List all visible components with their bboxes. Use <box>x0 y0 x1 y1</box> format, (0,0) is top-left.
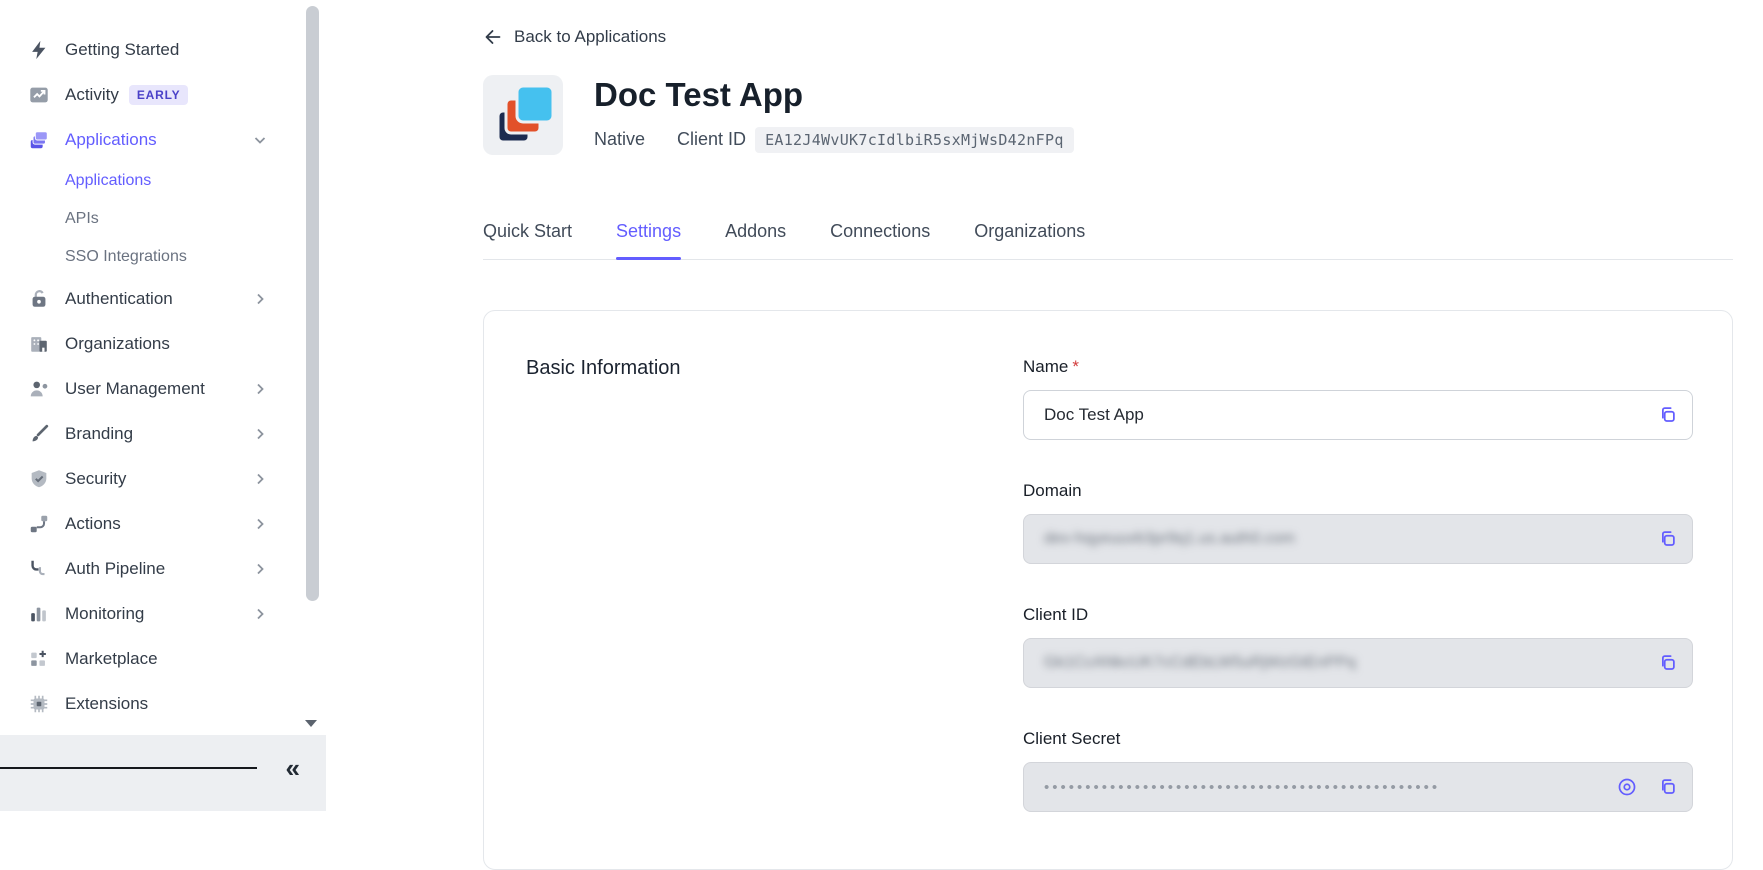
client-secret-input: ••••••••••••••••••••••••••••••••••••••••… <box>1023 762 1693 812</box>
client-secret-masked-value: ••••••••••••••••••••••••••••••••••••••••… <box>1044 779 1536 796</box>
chevron-right-icon <box>252 291 268 307</box>
sidebar-item-extensions[interactable]: Extensions <box>0 681 326 726</box>
copy-client-secret-button[interactable] <box>1651 771 1683 803</box>
chevron-right-icon <box>252 561 268 577</box>
sidebar-item-label: Auth Pipeline <box>65 559 165 579</box>
back-to-applications-link[interactable]: Back to Applications <box>483 27 666 47</box>
client-secret-field-label: Client Secret <box>1023 729 1120 749</box>
domain-field-label: Domain <box>1023 481 1082 501</box>
client-id-field-label: Client ID <box>1023 605 1088 625</box>
sidebar-item-label: Actions <box>65 514 121 534</box>
copy-domain-button[interactable] <box>1651 523 1683 555</box>
sidebar-item-label: Marketplace <box>65 649 158 669</box>
sidebar-subitem-applications[interactable]: Applications <box>0 162 326 200</box>
tab-organizations[interactable]: Organizations <box>974 221 1085 259</box>
shield-check-icon <box>27 467 51 491</box>
sidebar-item-label: Authentication <box>65 289 173 309</box>
scrollbar-down-arrow-icon[interactable] <box>305 720 317 727</box>
sidebar-item-branding[interactable]: Branding <box>0 411 326 456</box>
sidebar-nav: Getting Started Activity EARLY Applicati… <box>0 0 326 726</box>
sidebar-item-label: Applications <box>65 130 157 150</box>
pipeline-icon <box>27 557 51 581</box>
reveal-client-secret-button[interactable] <box>1611 771 1643 803</box>
layers-icon <box>27 128 51 152</box>
client-id-value-redacted: Gk1CcANkcUK7cCdEbLW5uRjWzGtEnPPq <box>1044 654 1356 672</box>
tab-addons[interactable]: Addons <box>725 221 786 259</box>
back-link-label: Back to Applications <box>514 27 666 47</box>
building-icon <box>27 332 51 356</box>
client-id-chip: EA12J4WvUK7cIdlbiR5sxMjWsD42nFPq <box>755 127 1074 153</box>
tab-quick-start[interactable]: Quick Start <box>483 221 572 259</box>
early-badge: EARLY <box>129 85 189 105</box>
collapse-sidebar-button[interactable]: « <box>286 755 300 781</box>
sidebar-item-auth-pipeline[interactable]: Auth Pipeline <box>0 546 326 591</box>
sidebar-item-activity[interactable]: Activity EARLY <box>0 72 326 117</box>
main-content: Back to Applications Doc Test App Native… <box>326 0 1763 811</box>
chevron-right-icon <box>252 471 268 487</box>
sidebar-item-label: Organizations <box>65 334 170 354</box>
sidebar-item-label: Extensions <box>65 694 148 714</box>
sidebar-item-applications[interactable]: Applications <box>0 117 326 162</box>
domain-value-redacted: dev-hqyeuuvb3pr9q1.us.auth0.com <box>1044 530 1295 548</box>
chevron-right-icon <box>252 606 268 622</box>
sidebar-item-label: Security <box>65 469 126 489</box>
section-title: Basic Information <box>526 357 1023 380</box>
sidebar-subitem-sso-integrations[interactable]: SSO Integrations <box>0 238 326 276</box>
sidebar: Getting Started Activity EARLY Applicati… <box>0 0 326 811</box>
sidebar-item-label: User Management <box>65 379 205 399</box>
sidebar-item-authentication[interactable]: Authentication <box>0 276 326 321</box>
required-asterisk: * <box>1072 357 1079 377</box>
arrow-left-icon <box>483 27 503 47</box>
chevron-right-icon <box>252 381 268 397</box>
flow-icon <box>27 512 51 536</box>
lock-icon <box>27 287 51 311</box>
sidebar-item-actions[interactable]: Actions <box>0 501 326 546</box>
sidebar-item-label: Monitoring <box>65 604 144 624</box>
sidebar-item-marketplace[interactable]: Marketplace <box>0 636 326 681</box>
sidebar-item-user-management[interactable]: User Management <box>0 366 326 411</box>
page-title: Doc Test App <box>594 76 1074 114</box>
footer-divider <box>0 767 257 769</box>
client-id-input: Gk1CcANkcUK7cCdEbLW5uRjWzGtEnPPq <box>1023 638 1693 688</box>
name-field-label: Name <box>1023 357 1068 377</box>
bar-chart-icon <box>27 602 51 626</box>
chevron-right-icon <box>252 426 268 442</box>
lightning-icon <box>27 38 51 62</box>
app-type-label: Native <box>594 129 645 150</box>
basic-information-card: Basic Information Name * Domain dev-hqye… <box>483 310 1733 870</box>
app-header: Doc Test App Native Client ID EA12J4WvUK… <box>483 75 1733 155</box>
sidebar-item-label: Getting Started <box>65 40 179 60</box>
sidebar-item-label: Activity <box>65 85 119 105</box>
scrollbar-thumb[interactable] <box>306 6 319 601</box>
sidebar-item-getting-started[interactable]: Getting Started <box>0 27 326 72</box>
name-input[interactable] <box>1023 390 1693 440</box>
tab-settings[interactable]: Settings <box>616 221 681 259</box>
sidebar-subitem-apis[interactable]: APIs <box>0 200 326 238</box>
sidebar-item-security[interactable]: Security <box>0 456 326 501</box>
copy-name-button[interactable] <box>1651 399 1683 431</box>
tab-connections[interactable]: Connections <box>830 221 930 259</box>
app-logo <box>483 75 563 155</box>
sidebar-footer: « <box>0 735 326 811</box>
chip-icon <box>27 692 51 716</box>
app-tabs: Quick Start Settings Addons Connections … <box>483 221 1733 260</box>
grid-plus-icon <box>27 647 51 671</box>
sidebar-item-organizations[interactable]: Organizations <box>0 321 326 366</box>
sidebar-scrollbar[interactable] <box>304 0 320 735</box>
user-gear-icon <box>27 377 51 401</box>
sidebar-item-label: Branding <box>65 424 133 444</box>
copy-client-id-button[interactable] <box>1651 647 1683 679</box>
paintbrush-icon <box>27 422 51 446</box>
chevron-right-icon <box>252 516 268 532</box>
domain-input: dev-hqyeuuvb3pr9q1.us.auth0.com <box>1023 514 1693 564</box>
chevron-down-icon[interactable] <box>252 132 268 148</box>
sidebar-item-monitoring[interactable]: Monitoring <box>0 591 326 636</box>
client-id-label: Client ID <box>677 129 746 150</box>
activity-chart-icon <box>27 83 51 107</box>
